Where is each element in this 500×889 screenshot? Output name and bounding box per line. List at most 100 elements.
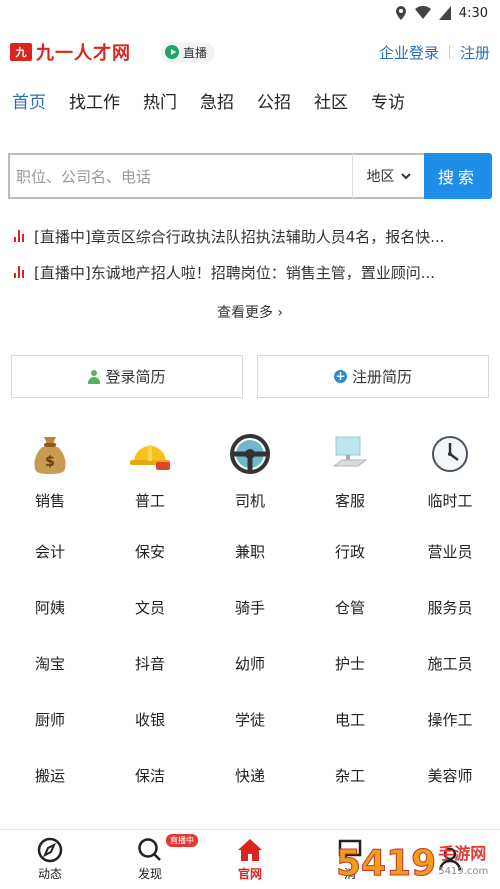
category-item[interactable]: 仓管 — [300, 594, 400, 650]
category-item[interactable]: 施工员 — [400, 650, 500, 706]
tab-urgent[interactable]: 急招 — [200, 88, 234, 113]
watermark-number: 5419 — [335, 842, 437, 884]
grid-row: 会计 保安 兼职 行政 营业员 — [0, 538, 500, 594]
category-item[interactable]: 阿姨 — [0, 594, 100, 650]
category-item[interactable]: 服务员 — [400, 594, 500, 650]
login-resume-button[interactable]: 登录简历 — [11, 355, 243, 398]
news-item[interactable]: [直播中]章贡区综合行政执法队招执法辅助人员4名，报名快... — [14, 218, 494, 254]
main-tabs: 首页 找工作 热门 急招 公招 社区 专访 — [0, 78, 500, 122]
category-item[interactable]: 行政 — [300, 538, 400, 594]
login-resume-label: 登录简历 — [105, 368, 166, 386]
watermark-text: 手游网 5419.com — [438, 845, 488, 881]
watermark-url: 5419.com — [438, 866, 489, 877]
site-watermark: 5419 手游网 5419.com — [335, 841, 496, 885]
signal-icon — [438, 6, 451, 20]
nav-official[interactable]: 官网 — [200, 830, 300, 889]
category-driver[interactable]: 司机 — [200, 432, 300, 511]
money-bag-icon: $ — [28, 432, 72, 476]
category-sales[interactable]: $ 销售 — [0, 432, 100, 511]
live-badge: 直播中 — [166, 834, 198, 847]
category-item[interactable]: 护士 — [300, 650, 400, 706]
category-item[interactable]: 快递 — [200, 762, 300, 818]
view-more-link[interactable]: 查看更多 › — [0, 302, 500, 322]
nav-label: 发现 — [137, 867, 162, 881]
category-item[interactable]: 会计 — [0, 538, 100, 594]
category-service[interactable]: 客服 — [300, 432, 400, 511]
category-item[interactable]: 操作工 — [400, 706, 500, 762]
category-item[interactable]: 营业员 — [400, 538, 500, 594]
location-icon — [395, 6, 406, 20]
category-item[interactable]: 保安 — [100, 538, 200, 594]
category-label: 司机 — [234, 492, 265, 510]
register-link[interactable]: 注册 — [460, 42, 490, 63]
category-worker[interactable]: 普工 — [100, 432, 200, 511]
compass-icon — [37, 837, 63, 863]
category-item[interactable]: 幼师 — [200, 650, 300, 706]
news-item[interactable]: [直播中]东诚地产招人啦！招聘岗位：销售主管，置业顾问... — [14, 254, 494, 290]
live-bars-icon — [14, 266, 24, 278]
logo-mark: 九 — [10, 43, 32, 61]
app-header: 九 九一人才网 直播 企业登录 注册 — [0, 26, 500, 78]
category-label: 临时工 — [427, 492, 473, 510]
category-item[interactable]: 淘宝 — [0, 650, 100, 706]
category-item[interactable]: 抖音 — [100, 650, 200, 706]
live-bars-icon — [14, 230, 24, 242]
steering-wheel-icon — [228, 432, 272, 476]
plus-circle-icon: + — [333, 369, 347, 383]
register-resume-button[interactable]: + 注册简历 — [257, 355, 489, 398]
tab-interview[interactable]: 专访 — [371, 88, 405, 113]
grid-row: 厨师 收银 学徒 电工 操作工 — [0, 706, 500, 762]
divider — [448, 45, 450, 59]
home-icon — [238, 839, 262, 861]
register-resume-label: 注册简历 — [351, 368, 412, 386]
category-item[interactable]: 杂工 — [300, 762, 400, 818]
clock-icon — [428, 432, 472, 476]
news-text: [直播中]章贡区综合行政执法队招执法辅助人员4名，报名快... — [34, 227, 445, 246]
category-item[interactable]: 美容师 — [400, 762, 500, 818]
category-item[interactable]: 学徒 — [200, 706, 300, 762]
logo-text: 九一人才网 — [36, 43, 131, 64]
svg-text:$: $ — [45, 454, 55, 470]
category-temp[interactable]: 临时工 — [400, 432, 500, 511]
live-news-list: [直播中]章贡区综合行政执法队招执法辅助人员4名，报名快... [直播中]东诚地… — [14, 218, 494, 290]
tab-find-job[interactable]: 找工作 — [69, 88, 120, 113]
news-text: [直播中]东诚地产招人啦！招聘岗位：销售主管，置业顾问... — [34, 263, 436, 282]
tab-home[interactable]: 首页 — [12, 88, 46, 113]
person-icon — [88, 369, 101, 384]
category-label: 销售 — [34, 492, 65, 510]
grid-row: 搬运 保洁 快递 杂工 美容师 — [0, 762, 500, 818]
tab-hot[interactable]: 热门 — [143, 88, 177, 113]
category-item[interactable]: 收银 — [100, 706, 200, 762]
category-item[interactable]: 文员 — [100, 594, 200, 650]
region-select[interactable]: 地区 — [352, 153, 424, 199]
category-item[interactable]: 保洁 — [100, 762, 200, 818]
grid-row: 阿姨 文员 骑手 仓管 服务员 — [0, 594, 500, 650]
category-item[interactable]: 搬运 — [0, 762, 100, 818]
region-label: 地区 — [366, 169, 395, 185]
search-icon — [138, 838, 161, 861]
search-button[interactable]: 搜索 — [424, 153, 492, 199]
search-input[interactable]: 职位、公司名、电话 — [8, 153, 352, 199]
chevron-down-icon — [400, 172, 411, 179]
live-label: 直播 — [183, 45, 208, 60]
enterprise-login-link[interactable]: 企业登录 — [379, 42, 439, 63]
category-item[interactable]: 厨师 — [0, 706, 100, 762]
nav-dynamic[interactable]: 动态 — [0, 830, 100, 889]
computer-icon — [328, 432, 372, 476]
category-label: 普工 — [134, 492, 165, 510]
live-button[interactable]: 直播 — [161, 41, 216, 63]
category-item[interactable]: 骑手 — [200, 594, 300, 650]
chevron-right-icon: › — [277, 305, 284, 321]
hard-hat-icon — [128, 432, 172, 476]
status-time: 4:30 — [458, 5, 488, 21]
view-more-label: 查看更多 — [216, 305, 273, 321]
category-grid: 会计 保安 兼职 行政 营业员 阿姨 文员 骑手 仓管 服务员 淘宝 抖音 幼师… — [0, 538, 500, 818]
nav-discover[interactable]: 直播中 发现 — [100, 830, 200, 889]
category-item[interactable]: 电工 — [300, 706, 400, 762]
resume-actions: 登录简历 + 注册简历 — [11, 355, 489, 398]
category-item[interactable]: 兼职 — [200, 538, 300, 594]
tab-community[interactable]: 社区 — [314, 88, 348, 113]
logo[interactable]: 九 九一人才网 — [10, 39, 131, 65]
tab-public[interactable]: 公招 — [257, 88, 291, 113]
play-icon — [165, 45, 179, 59]
